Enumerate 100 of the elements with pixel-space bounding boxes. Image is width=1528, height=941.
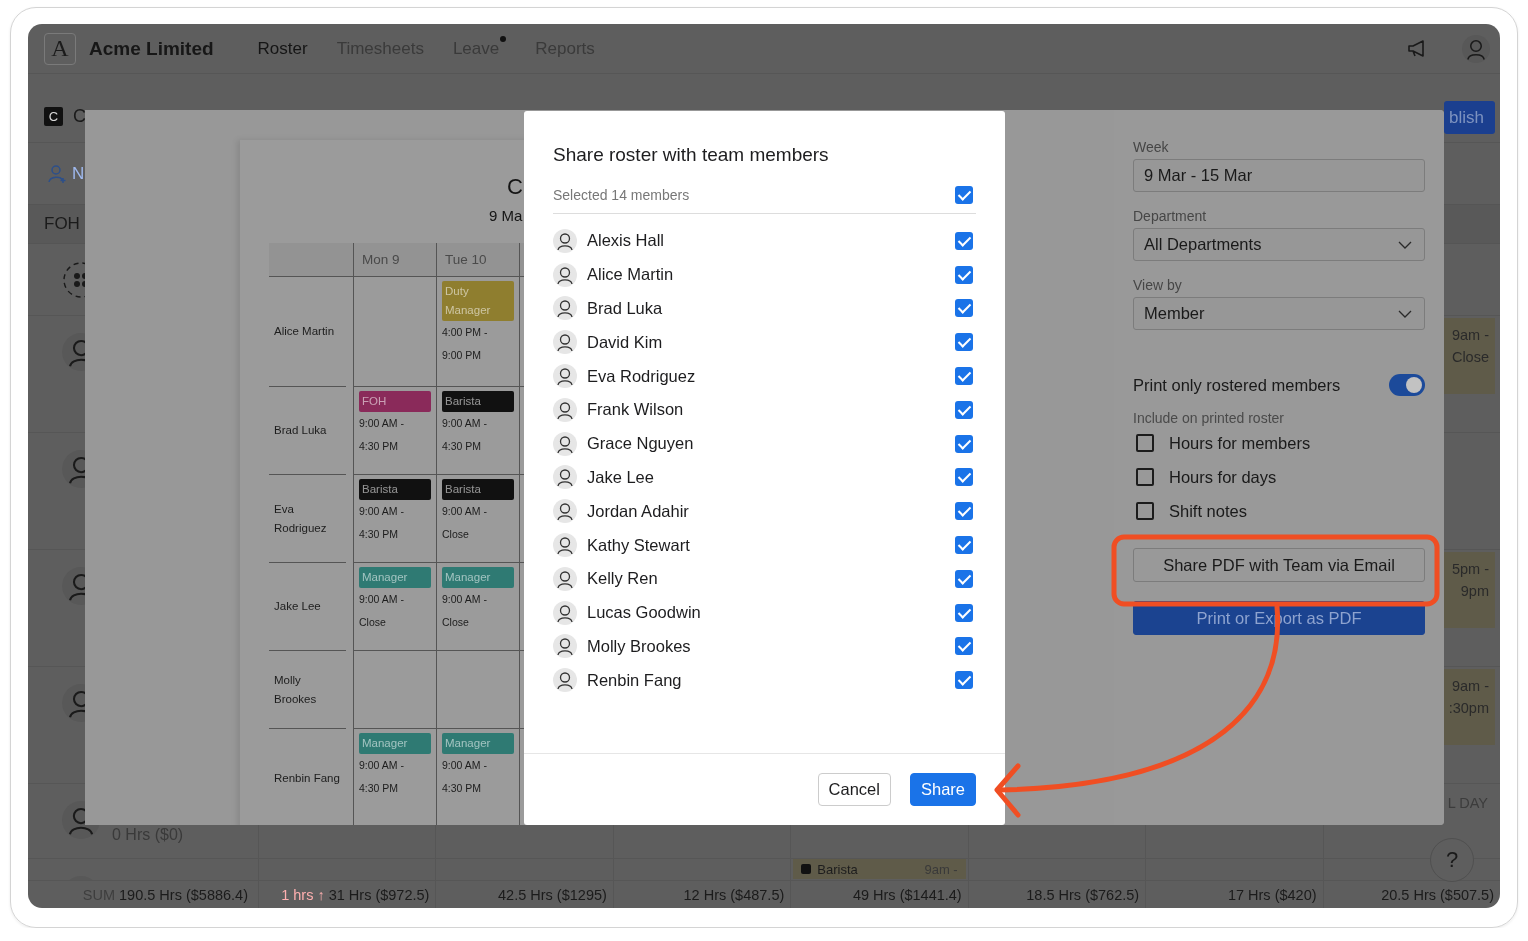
dialog-title: Share roster with team members bbox=[553, 144, 830, 166]
person-plus-icon bbox=[48, 163, 68, 184]
checkbox[interactable] bbox=[955, 569, 973, 588]
checkbox[interactable] bbox=[955, 536, 973, 555]
publish-button[interactable]: blish bbox=[1444, 101, 1495, 134]
option-label: Hours for members bbox=[1169, 433, 1311, 453]
checkbox[interactable] bbox=[955, 333, 973, 352]
cancel-button[interactable]: Cancel bbox=[817, 773, 891, 806]
share-button[interactable]: Share bbox=[909, 773, 976, 806]
shift-tag: Barista bbox=[359, 479, 431, 500]
checkbox[interactable] bbox=[1136, 434, 1154, 452]
member-name: Kathy Stewart bbox=[587, 535, 691, 555]
shift-time: 9:00 AM - 4:30 PM bbox=[442, 758, 488, 796]
avatar-icon bbox=[553, 634, 577, 659]
preview-subtitle: 9 Ma bbox=[489, 206, 524, 226]
share-pdf-button[interactable]: Share PDF with Team via Email bbox=[1133, 548, 1425, 582]
location-badge: C bbox=[44, 107, 63, 126]
checkbox[interactable] bbox=[955, 502, 973, 521]
column-header: Tue 10 bbox=[436, 243, 519, 277]
help-button[interactable]: ? bbox=[1430, 838, 1474, 882]
member-name: Alexis Hall bbox=[587, 231, 666, 251]
select-all-checkbox[interactable] bbox=[955, 186, 973, 204]
checkbox[interactable] bbox=[955, 367, 973, 386]
avatar-icon bbox=[553, 566, 577, 591]
location-name[interactable]: C bbox=[73, 106, 86, 127]
avatar-icon bbox=[553, 330, 577, 355]
shift-tag: Duty Manager bbox=[442, 281, 514, 321]
checkbox[interactable] bbox=[1136, 502, 1154, 520]
chevron-down-icon bbox=[1398, 240, 1412, 249]
text-field[interactable]: 9 Mar - 15 Mar bbox=[1133, 159, 1425, 192]
member-name: Molly Brookes bbox=[587, 636, 692, 656]
checkbox[interactable] bbox=[955, 299, 973, 318]
role-square-icon bbox=[801, 864, 812, 874]
checkbox[interactable] bbox=[955, 265, 973, 284]
member-name: Frank Wilson bbox=[587, 400, 685, 420]
shift-time: 9:00 AM - 4:30 PM bbox=[359, 758, 405, 796]
member-name: Renbin Fang bbox=[269, 729, 346, 825]
shift-time: 9:00 AM - Close bbox=[442, 504, 488, 542]
total-text: 31 Hrs ($972.5) bbox=[328, 886, 430, 903]
total-text: 190.5 Hrs ($5886.4) bbox=[119, 886, 248, 903]
checkbox[interactable] bbox=[955, 231, 973, 250]
avatar-icon bbox=[553, 228, 577, 253]
shift-tag: Manager bbox=[359, 567, 431, 588]
member-name: Jordan Adahir bbox=[587, 501, 690, 521]
preview-title: C bbox=[507, 174, 524, 200]
company-logo: A bbox=[44, 32, 76, 65]
shift-tag: Manager bbox=[442, 733, 514, 754]
shift-time: 9:00 AM - 4:30 PM bbox=[359, 504, 405, 542]
member-name: Eva Rodriguez bbox=[269, 475, 346, 563]
avatar-icon bbox=[553, 533, 577, 558]
avatar-icon bbox=[553, 600, 577, 625]
user-avatar-icon[interactable] bbox=[1462, 34, 1490, 63]
shift-tag: Manager bbox=[442, 567, 514, 588]
field-label: Week bbox=[1133, 138, 1170, 156]
member-name: David Kim bbox=[587, 332, 664, 352]
chevron-down-icon bbox=[1398, 309, 1412, 318]
member-name: Kelly Ren bbox=[587, 569, 659, 589]
company-name: Acme Limited bbox=[89, 37, 214, 60]
selected-count: Selected 14 members bbox=[553, 187, 690, 203]
avatar-icon bbox=[553, 296, 577, 321]
toggle-label: Print only rostered members bbox=[1133, 375, 1341, 395]
toggle-switch[interactable] bbox=[1389, 374, 1425, 396]
option-label: Hours for days bbox=[1169, 467, 1277, 487]
checkbox[interactable] bbox=[955, 637, 973, 656]
checkbox[interactable] bbox=[955, 434, 973, 453]
avatar-icon bbox=[553, 431, 577, 456]
member-name: Brad Luka bbox=[587, 299, 664, 318]
avatar-icon bbox=[62, 450, 85, 488]
checkbox[interactable] bbox=[955, 468, 973, 487]
checkbox[interactable] bbox=[955, 400, 973, 419]
avatar-icon bbox=[62, 333, 85, 371]
option-label: Shift notes bbox=[1169, 501, 1247, 521]
member-name: Jake Lee bbox=[269, 563, 346, 651]
checkbox[interactable] bbox=[955, 671, 973, 690]
member-name: Alice Martin bbox=[269, 277, 346, 387]
avatar-icon bbox=[553, 465, 577, 490]
shift-time: 9:00 AM - 4:30 PM bbox=[359, 416, 405, 454]
member-name: Renbin Fang bbox=[587, 670, 683, 690]
shift-time: 9:00 AM - Close bbox=[442, 592, 488, 630]
change-text: 1 hrs ↑ bbox=[281, 886, 325, 903]
shift-tag: Barista bbox=[442, 479, 514, 500]
section-label: Include on printed roster bbox=[1133, 410, 1285, 426]
shift-time: 4:00 PM - 9:00 PM bbox=[442, 325, 489, 363]
shift-time: 9:00 AM - 4:30 PM bbox=[442, 416, 488, 454]
shift-tag: Barista bbox=[442, 391, 514, 412]
checkbox[interactable] bbox=[955, 603, 973, 622]
add-member-link[interactable]: N bbox=[48, 163, 85, 184]
checkbox[interactable] bbox=[1136, 468, 1154, 486]
nav-tab[interactable]: Roster bbox=[257, 38, 308, 59]
total-text: 49 Hrs ($1441.4) bbox=[852, 886, 962, 903]
total-text: 17 Hrs ($420) bbox=[1227, 886, 1317, 903]
dropdown[interactable]: Member bbox=[1133, 297, 1425, 330]
member-name: Lucas Goodwin bbox=[587, 603, 702, 623]
dropdown[interactable]: All Departments bbox=[1133, 228, 1425, 261]
field-label: Department bbox=[1133, 207, 1208, 225]
member-name: Molly Brookes bbox=[269, 651, 346, 729]
total-text: 20.5 Hrs ($507.5) bbox=[1381, 886, 1494, 903]
total-text: 12 Hrs ($487.5) bbox=[683, 886, 785, 903]
avatar-icon bbox=[553, 364, 577, 389]
open-shift-icon bbox=[62, 261, 85, 299]
